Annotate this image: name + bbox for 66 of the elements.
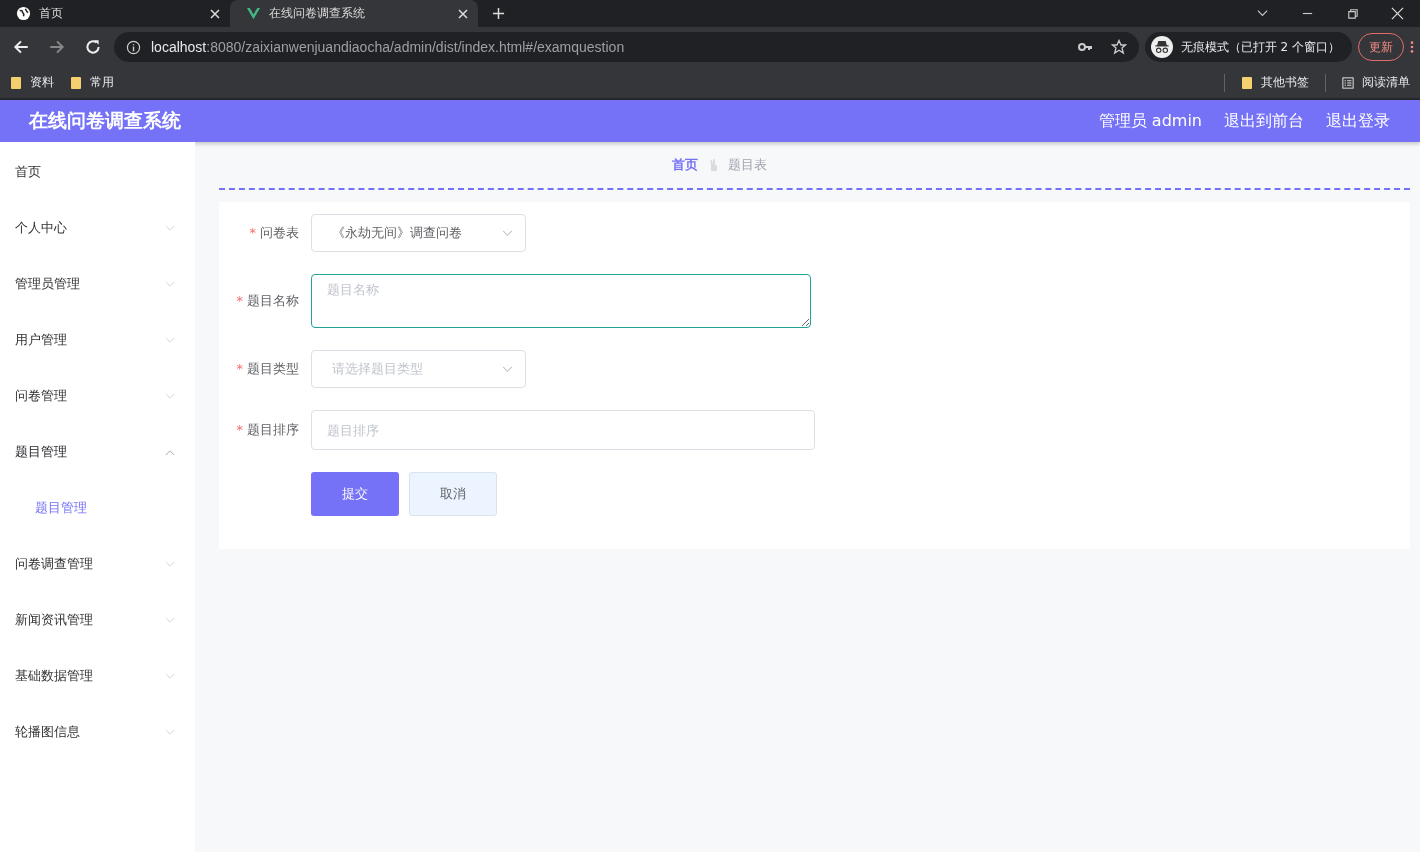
other-bookmarks[interactable]: 其他书签 [1241, 74, 1309, 91]
update-button[interactable]: 更新 [1358, 33, 1404, 61]
incognito-badge[interactable]: 无痕模式（已打开 2 个窗口） [1144, 32, 1352, 62]
select-field[interactable]: 《永劫无间》调查问卷 [311, 214, 526, 252]
sidebar-item[interactable]: 首页 [0, 144, 195, 200]
folder-icon [10, 75, 22, 90]
bookmark[interactable]: 资料 [10, 74, 54, 91]
sidebar-item[interactable]: 用户管理 [0, 312, 195, 368]
chevron-down-icon [502, 229, 513, 237]
chevron-down-icon [165, 224, 175, 232]
chevron-down-icon [502, 365, 513, 373]
chevron-down-icon [165, 672, 175, 680]
header-link[interactable]: 退出到前台 [1224, 110, 1304, 132]
sidebar-item[interactable]: 个人中心 [0, 200, 195, 256]
field-label: * 题目类型 [235, 360, 300, 378]
chevron-down-icon [165, 616, 175, 624]
header-link[interactable]: 管理员 admin [1098, 110, 1202, 132]
sidebar-subitem[interactable]: 题目管理 [0, 480, 195, 536]
chevron-down-icon [165, 336, 175, 344]
close-icon[interactable] [1391, 7, 1404, 20]
header-link[interactable]: 退出登录 [1326, 110, 1390, 132]
close-icon[interactable] [458, 8, 468, 19]
chevron-down-icon [165, 280, 175, 288]
field-label: * 题目名称 [235, 292, 300, 310]
reload-icon[interactable] [84, 38, 102, 56]
close-icon[interactable] [210, 8, 220, 19]
folder-icon [1241, 75, 1253, 90]
field-label: * 题目排序 [235, 421, 300, 439]
url-text: localhost:8080/zaixianwenjuandiaocha/admin/dist/index.html#/examquestion [151, 39, 625, 55]
folder-icon [70, 75, 82, 90]
address-bar[interactable]: localhost:8080/zaixianwenjuandiaocha/admin/dist/index.html#/examquestion [114, 32, 1139, 62]
info-icon [126, 39, 141, 55]
sidebar-item[interactable]: 问卷调查管理 [0, 536, 195, 592]
sidebar-item[interactable]: 新闻资讯管理 [0, 592, 195, 648]
breadcrumb-item: 题目表 [728, 156, 767, 174]
sidebar-item[interactable]: 题目管理 [0, 424, 195, 480]
restore-icon[interactable] [1346, 7, 1359, 20]
sidebar-item[interactable]: 轮播图信息 [0, 704, 195, 760]
chevron-down-icon [165, 392, 175, 400]
v-logo-icon [246, 6, 261, 21]
star-icon[interactable] [1110, 39, 1127, 55]
browser-tab[interactable]: 首页 [0, 0, 230, 27]
chevron-up-icon [165, 448, 175, 456]
textarea-field[interactable]: 题目名称 [311, 274, 811, 328]
sidebar-item[interactable]: 基础数据管理 [0, 648, 195, 704]
field-label: * 问卷表 [248, 224, 300, 242]
chevron-down-icon [165, 560, 175, 568]
globe-icon [16, 6, 31, 21]
sidebar-item[interactable]: 问卷管理 [0, 368, 195, 424]
input-field[interactable]: 题目排序 [311, 410, 815, 450]
cancel-button[interactable]: 取消 [409, 472, 497, 516]
back-icon[interactable] [12, 38, 30, 56]
reading-list[interactable]: 阅读清单 [1342, 74, 1410, 91]
more-icon[interactable] [1410, 40, 1414, 54]
submit-button[interactable]: 提交 [311, 472, 399, 516]
browser-tab[interactable]: 在线问卷调查系统 [230, 0, 478, 27]
app-title: 在线问卷调查系统 [29, 108, 181, 133]
sidebar-item[interactable]: 管理员管理 [0, 256, 195, 312]
incognito-icon [1150, 36, 1173, 58]
new-tab-icon[interactable] [492, 7, 505, 20]
forward-icon[interactable] [48, 38, 66, 56]
chevron-down-icon [165, 728, 175, 736]
hand-icon [708, 158, 718, 172]
bookmark[interactable]: 常用 [70, 74, 114, 91]
list-icon [1342, 75, 1354, 90]
breadcrumb-item[interactable]: 首页 [672, 156, 698, 174]
